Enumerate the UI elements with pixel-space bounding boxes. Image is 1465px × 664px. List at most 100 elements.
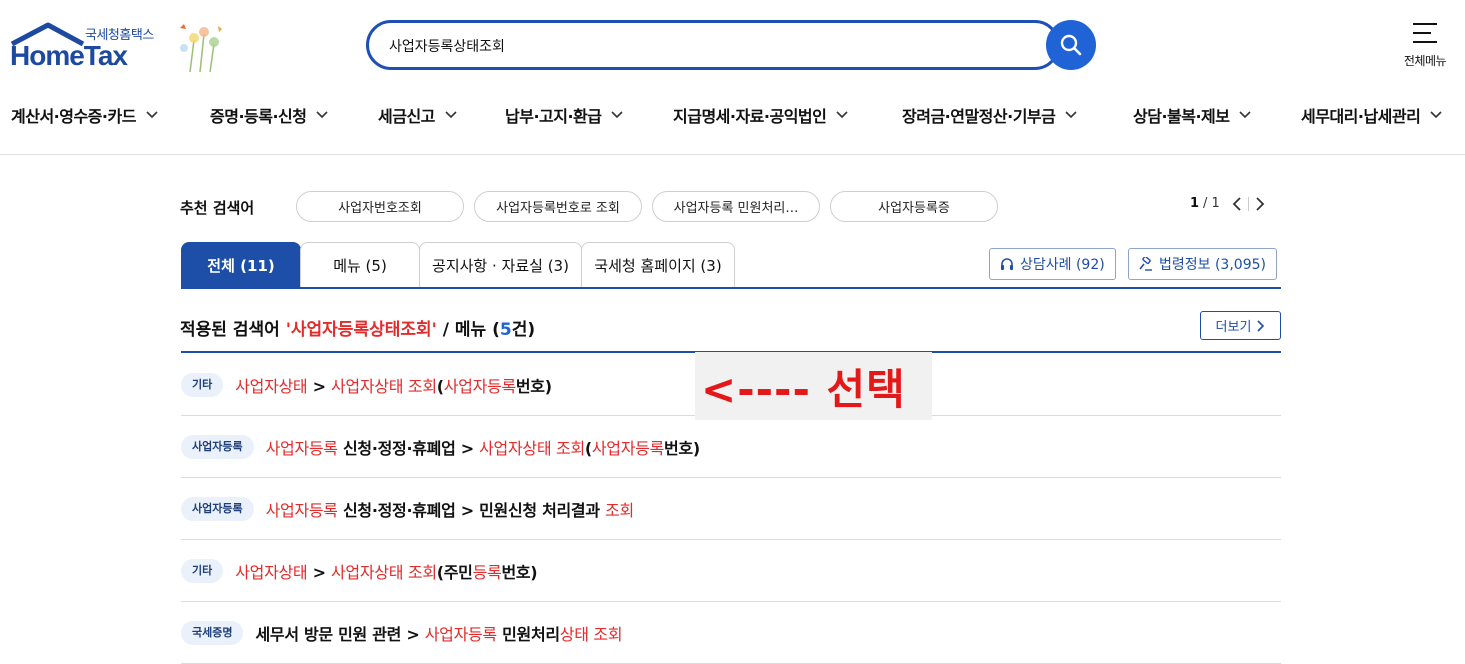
- gnb-label: 계산서·영수증·카드: [11, 107, 136, 126]
- gnb-label: 상담·불복·제보: [1133, 107, 1230, 126]
- gnb-item-statement[interactable]: 지급명세·자료·공익법인: [673, 103, 848, 127]
- headset-icon: [1001, 258, 1013, 270]
- gnb-label: 세금신고: [378, 107, 435, 126]
- tab-nts-homepage[interactable]: 국세청 홈페이지 (3): [581, 242, 735, 288]
- gnb-item-incentive[interactable]: 장려금·연말정산·기부금: [902, 103, 1077, 127]
- highlighted-keyword: 등록: [472, 562, 502, 582]
- more-label: 더보기: [1215, 320, 1252, 335]
- gnb-item-payment[interactable]: 납부·고지·환급: [505, 103, 624, 127]
- gnb-label: 장려금·연말정산·기부금: [902, 107, 1056, 126]
- chevron-down-icon: [611, 111, 624, 119]
- search-button[interactable]: [1046, 20, 1096, 70]
- menu-path-link[interactable]: 사업자등록 신청·정정·휴폐업 > 민원신청 처리결과 조회: [265, 497, 635, 521]
- gavel-icon: [1139, 257, 1152, 271]
- chevron-left-icon[interactable]: [1232, 196, 1242, 211]
- gnb-item-consulting[interactable]: 상담·불복·제보: [1133, 103, 1252, 127]
- hamburger-icon: [1413, 23, 1437, 43]
- result-row[interactable]: 사업자등록 사업자등록 신청·정정·휴폐업 > 사업자상태 조회(사업자등록번호…: [181, 416, 1281, 478]
- menu-path-link[interactable]: 사업자상태 > 사업자상태 조회(주민등록번호): [235, 559, 537, 583]
- logo-english-text: HomeTax: [10, 40, 128, 71]
- chevron-down-icon: [445, 111, 457, 119]
- path-text: 번호): [515, 376, 552, 396]
- menu-path-link[interactable]: 사업자상태 > 사업자상태 조회(사업자등록번호): [235, 373, 552, 397]
- path-text: 세무서 방문 민원 관련 >: [255, 624, 425, 644]
- recommended-chip[interactable]: 사업자등록 민원처리…: [652, 191, 820, 222]
- search-icon: [1060, 34, 1082, 56]
- recommended-pager: 1 / 1: [1190, 196, 1265, 211]
- highlighted-keyword: 상태 조회: [559, 624, 623, 644]
- result-row[interactable]: 사업자등록 사업자등록 신청·정정·휴폐업 > 민원신청 처리결과 조회: [181, 478, 1281, 540]
- chevron-down-icon: [1239, 111, 1252, 119]
- category-badge: 국세증명: [181, 620, 244, 645]
- pager-separator: [1247, 196, 1249, 211]
- result-row[interactable]: 기타 사업자상태 > 사업자상태 조회(주민등록번호): [181, 540, 1281, 602]
- pager-current: 1: [1190, 196, 1200, 211]
- highlighted-keyword: 사업자등록: [265, 438, 338, 458]
- gnb-label: 납부·고지·환급: [505, 107, 602, 126]
- path-text: 신청·정정·휴폐업 >: [337, 438, 480, 458]
- path-text: >: [307, 562, 332, 582]
- category-badge: 기타: [181, 372, 224, 397]
- path-text: 번호): [501, 562, 538, 582]
- gnb-item-invoice[interactable]: 계산서·영수증·카드: [11, 103, 158, 127]
- result-mid: / 메뉴 (: [436, 320, 500, 340]
- highlighted-keyword: 사업자등록: [591, 438, 664, 458]
- law-info-button[interactable]: 법령정보 (3,095): [1128, 248, 1277, 280]
- more-button[interactable]: 더보기: [1200, 311, 1281, 340]
- tab-all[interactable]: 전체 (11): [181, 242, 301, 288]
- gnb-item-tax-report[interactable]: 세금신고: [378, 103, 457, 127]
- highlighted-keyword: 사업자등록: [424, 624, 497, 644]
- highlighted-keyword: 조회: [605, 500, 634, 520]
- highlighted-keyword: 사업자상태: [235, 376, 308, 396]
- path-text: (: [436, 376, 444, 396]
- recommended-chip[interactable]: 사업자등록증: [830, 191, 998, 222]
- path-text: (: [584, 438, 592, 458]
- search-input[interactable]: 사업자등록상태조회: [366, 20, 1060, 70]
- result-row[interactable]: 국세증명 세무서 방문 민원 관련 > 사업자등록 민원처리상태 조회: [181, 602, 1281, 664]
- law-info-label: 법령정보 (3,095): [1159, 257, 1266, 273]
- hometax-logo[interactable]: 국세청홈택스 HomeTax: [10, 20, 225, 75]
- gnb-item-certificate[interactable]: 증명·등록·신청: [210, 103, 329, 127]
- path-text: 민원처리: [496, 624, 560, 644]
- result-count: 5: [499, 320, 512, 340]
- search-input-value: 사업자등록상태조회: [389, 39, 505, 55]
- menu-path-link[interactable]: 세무서 방문 민원 관련 > 사업자등록 민원처리상태 조회: [255, 621, 622, 645]
- category-badge: 기타: [181, 558, 224, 583]
- tab-notice[interactable]: 공지사항 · 자료실 (3): [419, 242, 582, 288]
- highlighted-keyword: 사업자상태 조회: [331, 376, 437, 396]
- all-menu-button[interactable]: 전체메뉴: [1398, 22, 1452, 69]
- result-suffix: 건): [511, 320, 536, 340]
- gnb-label: 지급명세·자료·공익법인: [673, 107, 827, 126]
- path-text: >: [307, 376, 332, 396]
- chevron-right-icon: [1257, 319, 1265, 332]
- flower-decoration-icon: [180, 24, 222, 73]
- gnb-item-tax-agent[interactable]: 세무대리·납세관리: [1301, 103, 1442, 127]
- consulting-cases-button[interactable]: 상담사례 (92): [989, 248, 1116, 280]
- recommended-chip[interactable]: 사업자번호조회: [296, 191, 464, 222]
- category-badge: 사업자등록: [181, 434, 254, 459]
- highlighted-keyword: 사업자등록: [265, 500, 338, 520]
- consulting-cases-label: 상담사례 (92): [1020, 257, 1105, 273]
- chevron-right-icon[interactable]: [1255, 196, 1265, 211]
- recommended-chip[interactable]: 사업자등록번호로 조회: [474, 191, 642, 222]
- chevron-down-icon: [316, 111, 329, 119]
- recommended-label: 추천 검색어: [180, 199, 255, 217]
- category-badge: 사업자등록: [181, 496, 254, 521]
- highlighted-keyword: 사업자등록: [443, 376, 516, 396]
- highlighted-keyword: 사업자상태 조회: [331, 562, 437, 582]
- chevron-down-icon: [1065, 111, 1077, 119]
- menu-path-link[interactable]: 사업자등록 신청·정정·휴폐업 > 사업자상태 조회(사업자등록번호): [265, 435, 701, 459]
- chevron-down-icon: [836, 111, 848, 119]
- tab-menu[interactable]: 메뉴 (5): [300, 242, 420, 288]
- select-annotation: <---- 선택: [695, 352, 932, 420]
- result-title: 적용된 검색어 '사업자등록상태조회' / 메뉴 (5건): [180, 315, 535, 340]
- chevron-down-icon: [1430, 111, 1442, 119]
- result-prefix: 적용된 검색어: [180, 320, 286, 340]
- path-text: (주민: [436, 562, 473, 582]
- result-query: '사업자등록상태조회': [285, 320, 437, 340]
- tab-underline: [181, 287, 1281, 289]
- highlighted-keyword: 사업자상태: [235, 562, 308, 582]
- path-text: 번호): [664, 438, 700, 458]
- all-menu-label: 전체메뉴: [1403, 54, 1447, 68]
- path-text: 신청·정정·휴폐업 > 민원신청 처리결과: [337, 500, 606, 520]
